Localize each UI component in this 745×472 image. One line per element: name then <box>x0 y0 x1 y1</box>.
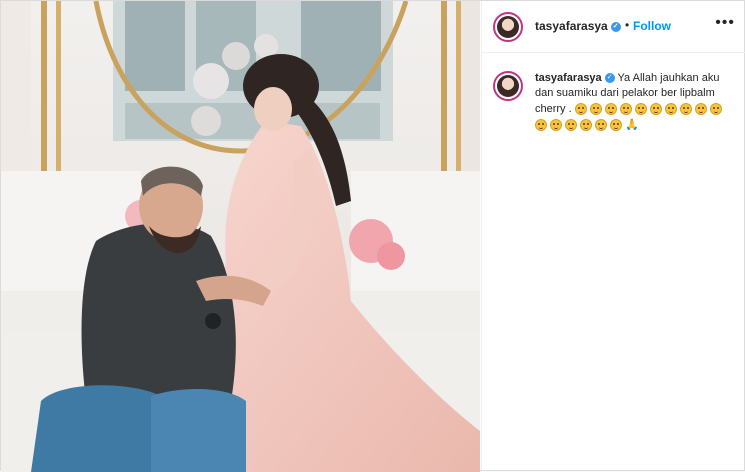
post-photo[interactable] <box>1 1 480 472</box>
smiley-emoji-icon <box>619 103 632 116</box>
post-sidebar: tasyafarasya ✓ • Follow ••• tasyafarasya ✓… <box>481 1 745 472</box>
smiley-emoji-icon <box>610 119 622 132</box>
post-image <box>1 1 480 472</box>
smiley-emoji-icon <box>649 103 662 116</box>
smiley-emoji-icon <box>664 103 677 116</box>
smiley-emoji-icon <box>565 119 577 132</box>
smiley-emoji-icon <box>580 119 592 132</box>
more-options-icon[interactable]: ••• <box>715 14 735 32</box>
verified-icon: ✓ <box>610 21 621 32</box>
smiley-emoji-icon <box>709 103 722 116</box>
smiley-emoji-icon <box>634 103 647 116</box>
comment-avatar[interactable] <box>493 71 523 101</box>
verified-icon: ✓ <box>604 73 615 84</box>
post-username[interactable]: tasyafarasya ✓ <box>535 19 621 33</box>
smiley-emoji-icon <box>550 119 562 132</box>
smiley-emoji-icon <box>589 103 602 116</box>
praying-hands-icon: 🙏 <box>625 119 639 132</box>
smiley-emoji-icon <box>679 103 692 116</box>
smiley-emoji-icon <box>694 103 707 116</box>
comment-username[interactable]: tasyafarasya <box>535 72 602 84</box>
instagram-post: tasyafarasya ✓ • Follow ••• tasyafarasya ✓… <box>0 0 745 472</box>
smiley-emoji-icon <box>595 119 607 132</box>
avatar[interactable] <box>493 12 523 42</box>
smiley-emoji-icon <box>604 103 617 116</box>
smiley-emoji-icon <box>535 119 547 132</box>
smiley-emoji-icon <box>574 103 587 116</box>
username-text[interactable]: tasyafarasya <box>535 19 608 33</box>
follow-button[interactable]: Follow <box>633 19 671 33</box>
post-header: tasyafarasya ✓ • Follow ••• <box>482 1 745 53</box>
separator-dot: • <box>625 18 630 32</box>
comment-body: tasyafarasya ✓ Ya Allah jauhkan aku dan s… <box>535 71 735 133</box>
